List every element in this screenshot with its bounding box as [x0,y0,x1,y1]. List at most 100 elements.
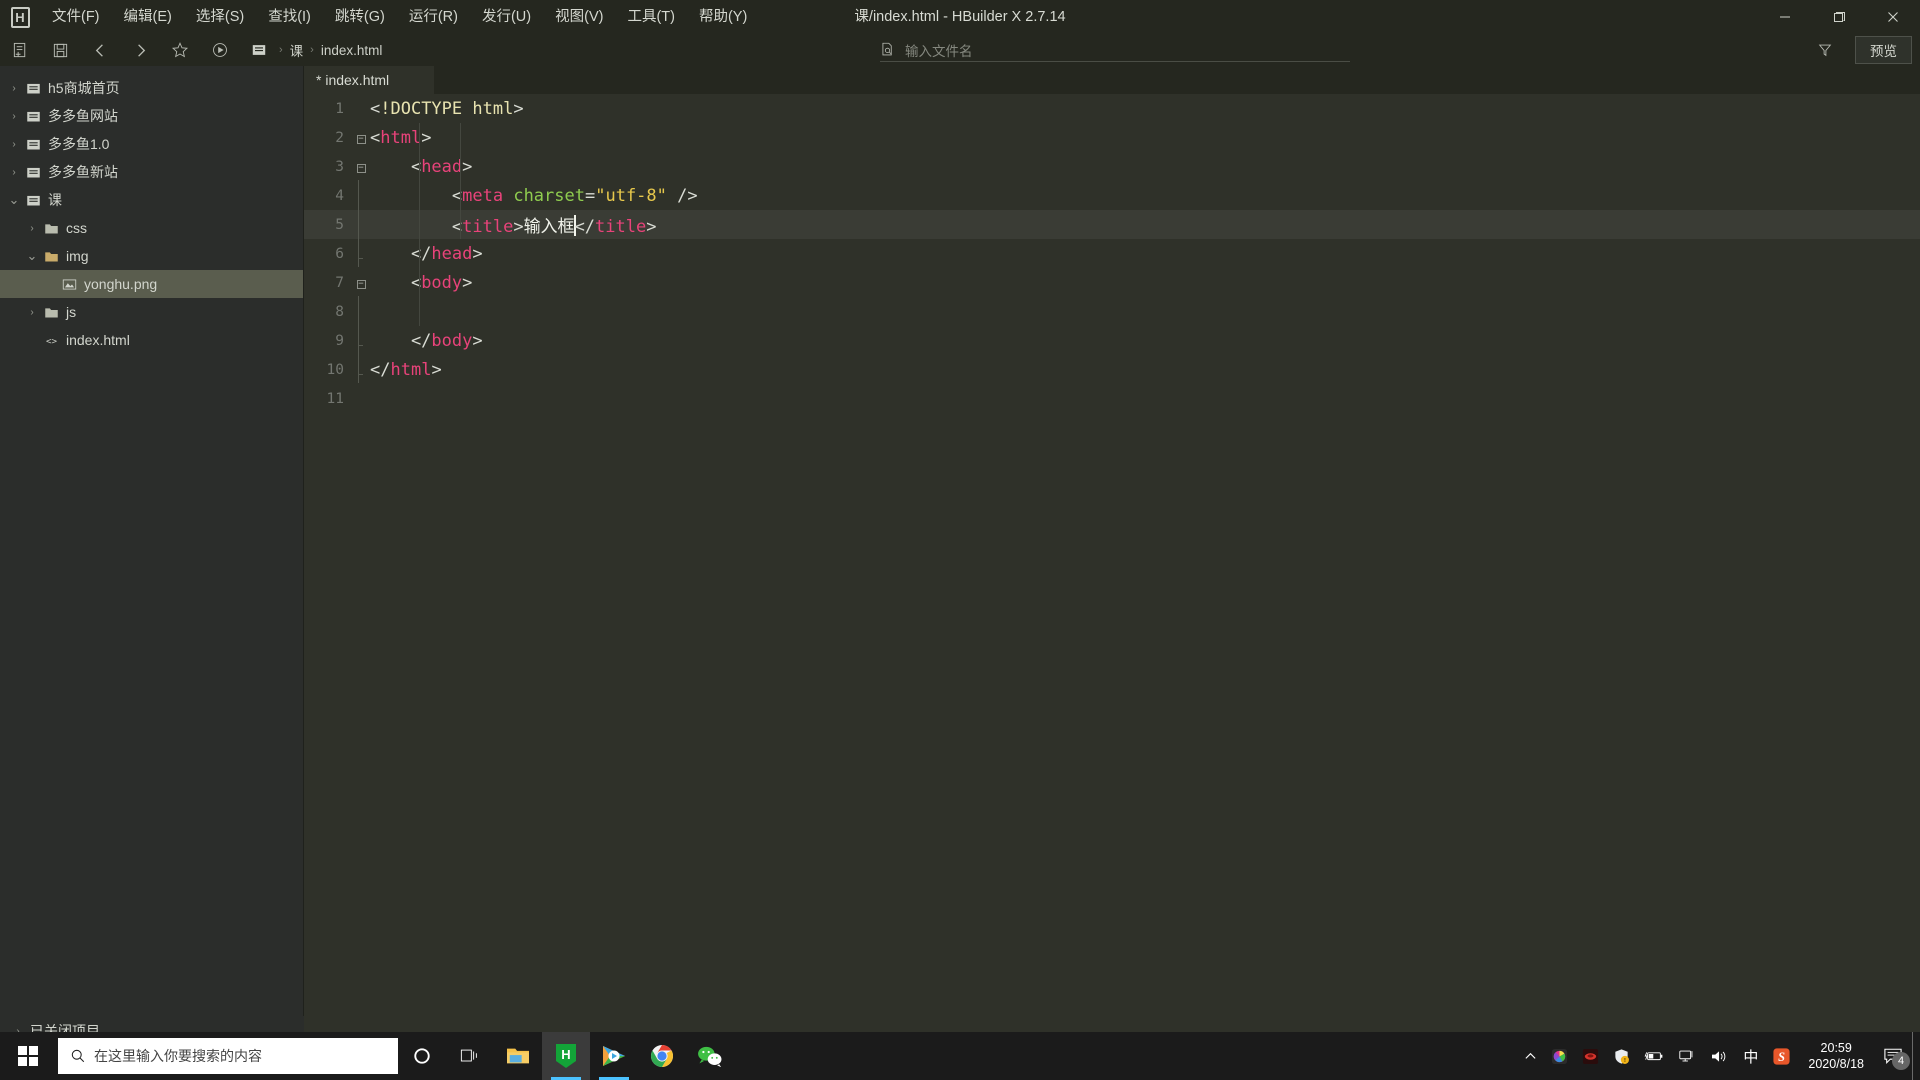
new-file-icon[interactable] [0,34,40,66]
line-number: 8 [335,303,344,320]
ime-mode-icon[interactable]: 中 [1736,1046,1765,1067]
battery-icon[interactable] [1637,1049,1671,1063]
svg-text:H: H [561,1047,570,1062]
wechat-icon[interactable] [686,1032,734,1080]
code-editor[interactable]: 1 <!DOCTYPE html> 2− <html> 3− <head> 4 <meta… [304,94,1920,1046]
security-shield-warning-icon[interactable]: ! [1606,1048,1637,1065]
chevron-right-icon[interactable]: › [6,139,22,150]
tree-item-h5[interactable]: › h5商城首页 [0,74,303,102]
minimize-button[interactable] [1758,0,1812,34]
file-search-icon [880,42,895,57]
forward-icon[interactable] [120,34,160,66]
task-view-icon[interactable] [446,1032,494,1080]
svg-text:<>: <> [45,335,57,346]
chevron-right-icon[interactable]: › [6,111,22,122]
line-number: 3 [335,158,344,175]
tree-item-label: 多多鱼网站 [48,108,118,124]
menu-publish[interactable]: 发行(U) [470,0,543,34]
html-file-icon: <> [40,333,62,348]
back-icon[interactable] [80,34,120,66]
hbuilderx-icon[interactable]: H [542,1032,590,1080]
fold-toggle-icon[interactable]: − [352,277,370,289]
menu-help[interactable]: 帮助(Y) [687,0,759,34]
clock-date: 2020/8/18 [1808,1057,1864,1071]
favorite-star-icon[interactable] [160,34,200,66]
media-player-icon[interactable] [590,1032,638,1080]
menu-goto[interactable]: 跳转(G) [323,0,397,34]
tree-item-[interactable]: › 多多鱼网站 [0,102,303,130]
chrome-icon[interactable] [638,1032,686,1080]
sogou-input-icon[interactable]: S [1765,1047,1798,1066]
taskbar-search-input[interactable]: 在这里输入你要搜索的内容 [58,1038,398,1074]
tree-item-1.0[interactable]: › 多多鱼1.0 [0,130,303,158]
code-line[interactable]: 7− <body> [304,268,1920,297]
preview-button[interactable]: 预览 [1855,36,1912,64]
menu-tools[interactable]: 工具(T) [615,0,687,34]
breadcrumb-file[interactable]: index.html [321,43,383,58]
menu-run[interactable]: 运行(R) [397,0,470,34]
search-icon [70,1048,86,1064]
file-search-box[interactable]: 输入文件名 [880,38,1350,62]
menu-view[interactable]: 视图(V) [543,0,615,34]
tree-item-img[interactable]: ⌄ img [0,242,303,270]
code-line[interactable]: 9 </body> [304,325,1920,355]
red-tray-icon[interactable] [1575,1048,1606,1065]
chevron-right-icon[interactable]: › [6,167,22,178]
cortana-icon[interactable] [398,1032,446,1080]
tree-item-yonghu.png[interactable]: yonghu.png [0,270,303,298]
fold-toggle-icon[interactable]: − [352,161,370,173]
line-number: 7 [335,274,344,291]
save-icon[interactable] [40,34,80,66]
tree-item-css[interactable]: › css [0,214,303,242]
hbuilder-logo-icon: H [10,6,30,28]
menu-edit[interactable]: 编辑(E) [112,0,184,34]
code-text: </body> [370,330,483,351]
show-desktop-button[interactable] [1912,1032,1920,1080]
run-icon[interactable] [200,34,240,66]
chevron-right-icon[interactable]: › [24,307,40,318]
system-tray: ! 中 S 20:59 2020/8/18 4 [1517,1032,1920,1080]
breadcrumb-folder-icon [246,34,272,66]
windows-start-icon[interactable] [0,1032,56,1080]
code-line[interactable]: 3− <head> [304,152,1920,181]
code-line[interactable]: 6 </head> [304,238,1920,268]
folder-open-icon [40,249,62,264]
menu-file[interactable]: 文件(F) [40,0,112,34]
code-line[interactable]: 2− <html> [304,123,1920,152]
code-line[interactable]: 1 <!DOCTYPE html> [304,94,1920,123]
line-number: 5 [335,216,344,233]
code-line[interactable]: 8 [304,296,1920,326]
code-line[interactable]: 5 <title>输入框</title> [304,209,1920,239]
color-tray-icon[interactable] [1544,1048,1575,1065]
line-number: 2 [335,129,344,146]
editor-tab-index-html[interactable]: * index.html [304,66,434,94]
file-explorer-icon[interactable] [494,1032,542,1080]
maximize-button[interactable] [1812,0,1866,34]
notification-icon[interactable]: 4 [1874,1032,1912,1080]
code-text: </head> [370,243,483,264]
network-icon[interactable] [1671,1049,1703,1064]
menu-select[interactable]: 选择(S) [184,0,256,34]
tree-item-label: 多多鱼1.0 [48,136,110,152]
chevron-right-icon[interactable]: › [24,223,40,234]
chevron-down-icon[interactable]: ⌄ [24,248,40,264]
fold-toggle-icon[interactable]: − [352,132,370,144]
breadcrumb-folder[interactable]: 课 [290,40,304,60]
taskbar-clock[interactable]: 20:59 2020/8/18 [1798,1040,1874,1072]
folder-icon [40,221,62,236]
chevron-right-icon[interactable]: › [6,83,22,94]
tree-item-[interactable]: ⌄ 课 [0,186,303,214]
menu-find[interactable]: 查找(I) [256,0,323,34]
tree-item-js[interactable]: › js [0,298,303,326]
fold-guide [352,180,370,211]
show-hidden-icons-chevron[interactable] [1517,1050,1544,1063]
close-button[interactable] [1866,0,1920,34]
code-line[interactable]: 10 </html> [304,354,1920,384]
filter-icon[interactable] [1805,34,1845,66]
tree-item-[interactable]: › 多多鱼新站 [0,158,303,186]
code-line[interactable]: 11 [304,384,1920,413]
tree-item-index.html[interactable]: <> index.html [0,326,303,354]
code-line[interactable]: 4 <meta charset="utf-8" /> [304,180,1920,211]
volume-icon[interactable] [1703,1049,1736,1064]
chevron-down-icon[interactable]: ⌄ [6,192,22,208]
